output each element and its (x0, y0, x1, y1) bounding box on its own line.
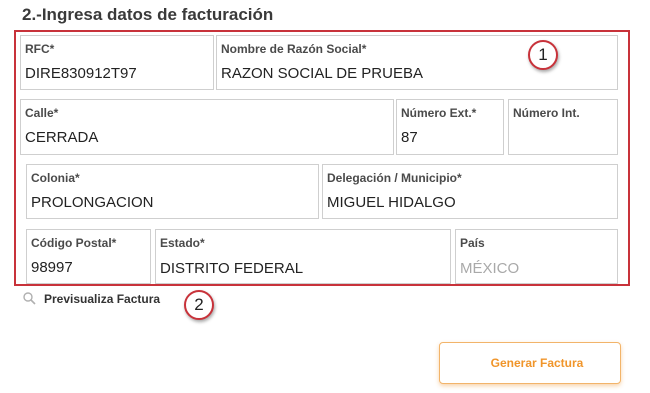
pais-value: MÉXICO (460, 260, 520, 277)
razon-social-field[interactable]: Nombre de Razón Social* RAZON SOCIAL DE … (216, 35, 618, 90)
colonia-field[interactable]: Colonia* PROLONGACION (26, 164, 319, 219)
estado-value: DISTRITO FEDERAL (160, 260, 304, 277)
rfc-label: RFC* (25, 42, 55, 56)
pais-field: País MÉXICO (455, 229, 618, 284)
preview-invoice-link[interactable]: Previsualiza Factura (22, 292, 160, 306)
codigo-postal-value: 98997 (31, 259, 73, 276)
section-title: 2.-Ingresa datos de facturación (22, 5, 274, 24)
calle-label: Calle* (25, 106, 59, 120)
colonia-label: Colonia* (31, 171, 80, 185)
invoice-form-page: 2.-Ingresa datos de facturación RFC* DIR… (0, 0, 650, 393)
delegacion-label: Delegación / Municipio* (327, 171, 462, 185)
numero-ext-field[interactable]: Número Ext.* 87 (396, 99, 504, 155)
generate-invoice-button[interactable]: Generar Factura (439, 342, 621, 384)
colonia-value: PROLONGACION (31, 194, 154, 211)
rfc-value: DIRE830912T97 (25, 65, 137, 82)
estado-label: Estado* (160, 236, 205, 250)
estado-select[interactable]: Estado* DISTRITO FEDERAL (155, 229, 451, 284)
codigo-postal-field[interactable]: Código Postal* 98997 (26, 229, 151, 284)
rfc-field[interactable]: RFC* DIRE830912T97 (20, 35, 214, 90)
callout-1: 1 (528, 40, 558, 70)
delegacion-field[interactable]: Delegación / Municipio* MIGUEL HIDALGO (322, 164, 618, 219)
numero-ext-label: Número Ext.* (401, 106, 477, 120)
search-icon (22, 292, 38, 306)
callout-2: 2 (184, 290, 214, 320)
generate-invoice-label: Generar Factura (490, 356, 584, 370)
razon-social-label: Nombre de Razón Social* (221, 42, 367, 56)
numero-int-field[interactable]: Número Int. (508, 99, 618, 155)
razon-social-value: RAZON SOCIAL DE PRUEBA (221, 65, 423, 82)
calle-value: CERRADA (25, 129, 99, 146)
pais-label: País (460, 236, 485, 250)
codigo-postal-label: Código Postal* (31, 236, 117, 250)
numero-ext-value: 87 (401, 129, 418, 146)
numero-int-label: Número Int. (513, 106, 580, 120)
calle-field[interactable]: Calle* CERRADA (20, 99, 394, 155)
delegacion-value: MIGUEL HIDALGO (327, 194, 456, 211)
preview-invoice-label: Previsualiza Factura (44, 292, 161, 306)
